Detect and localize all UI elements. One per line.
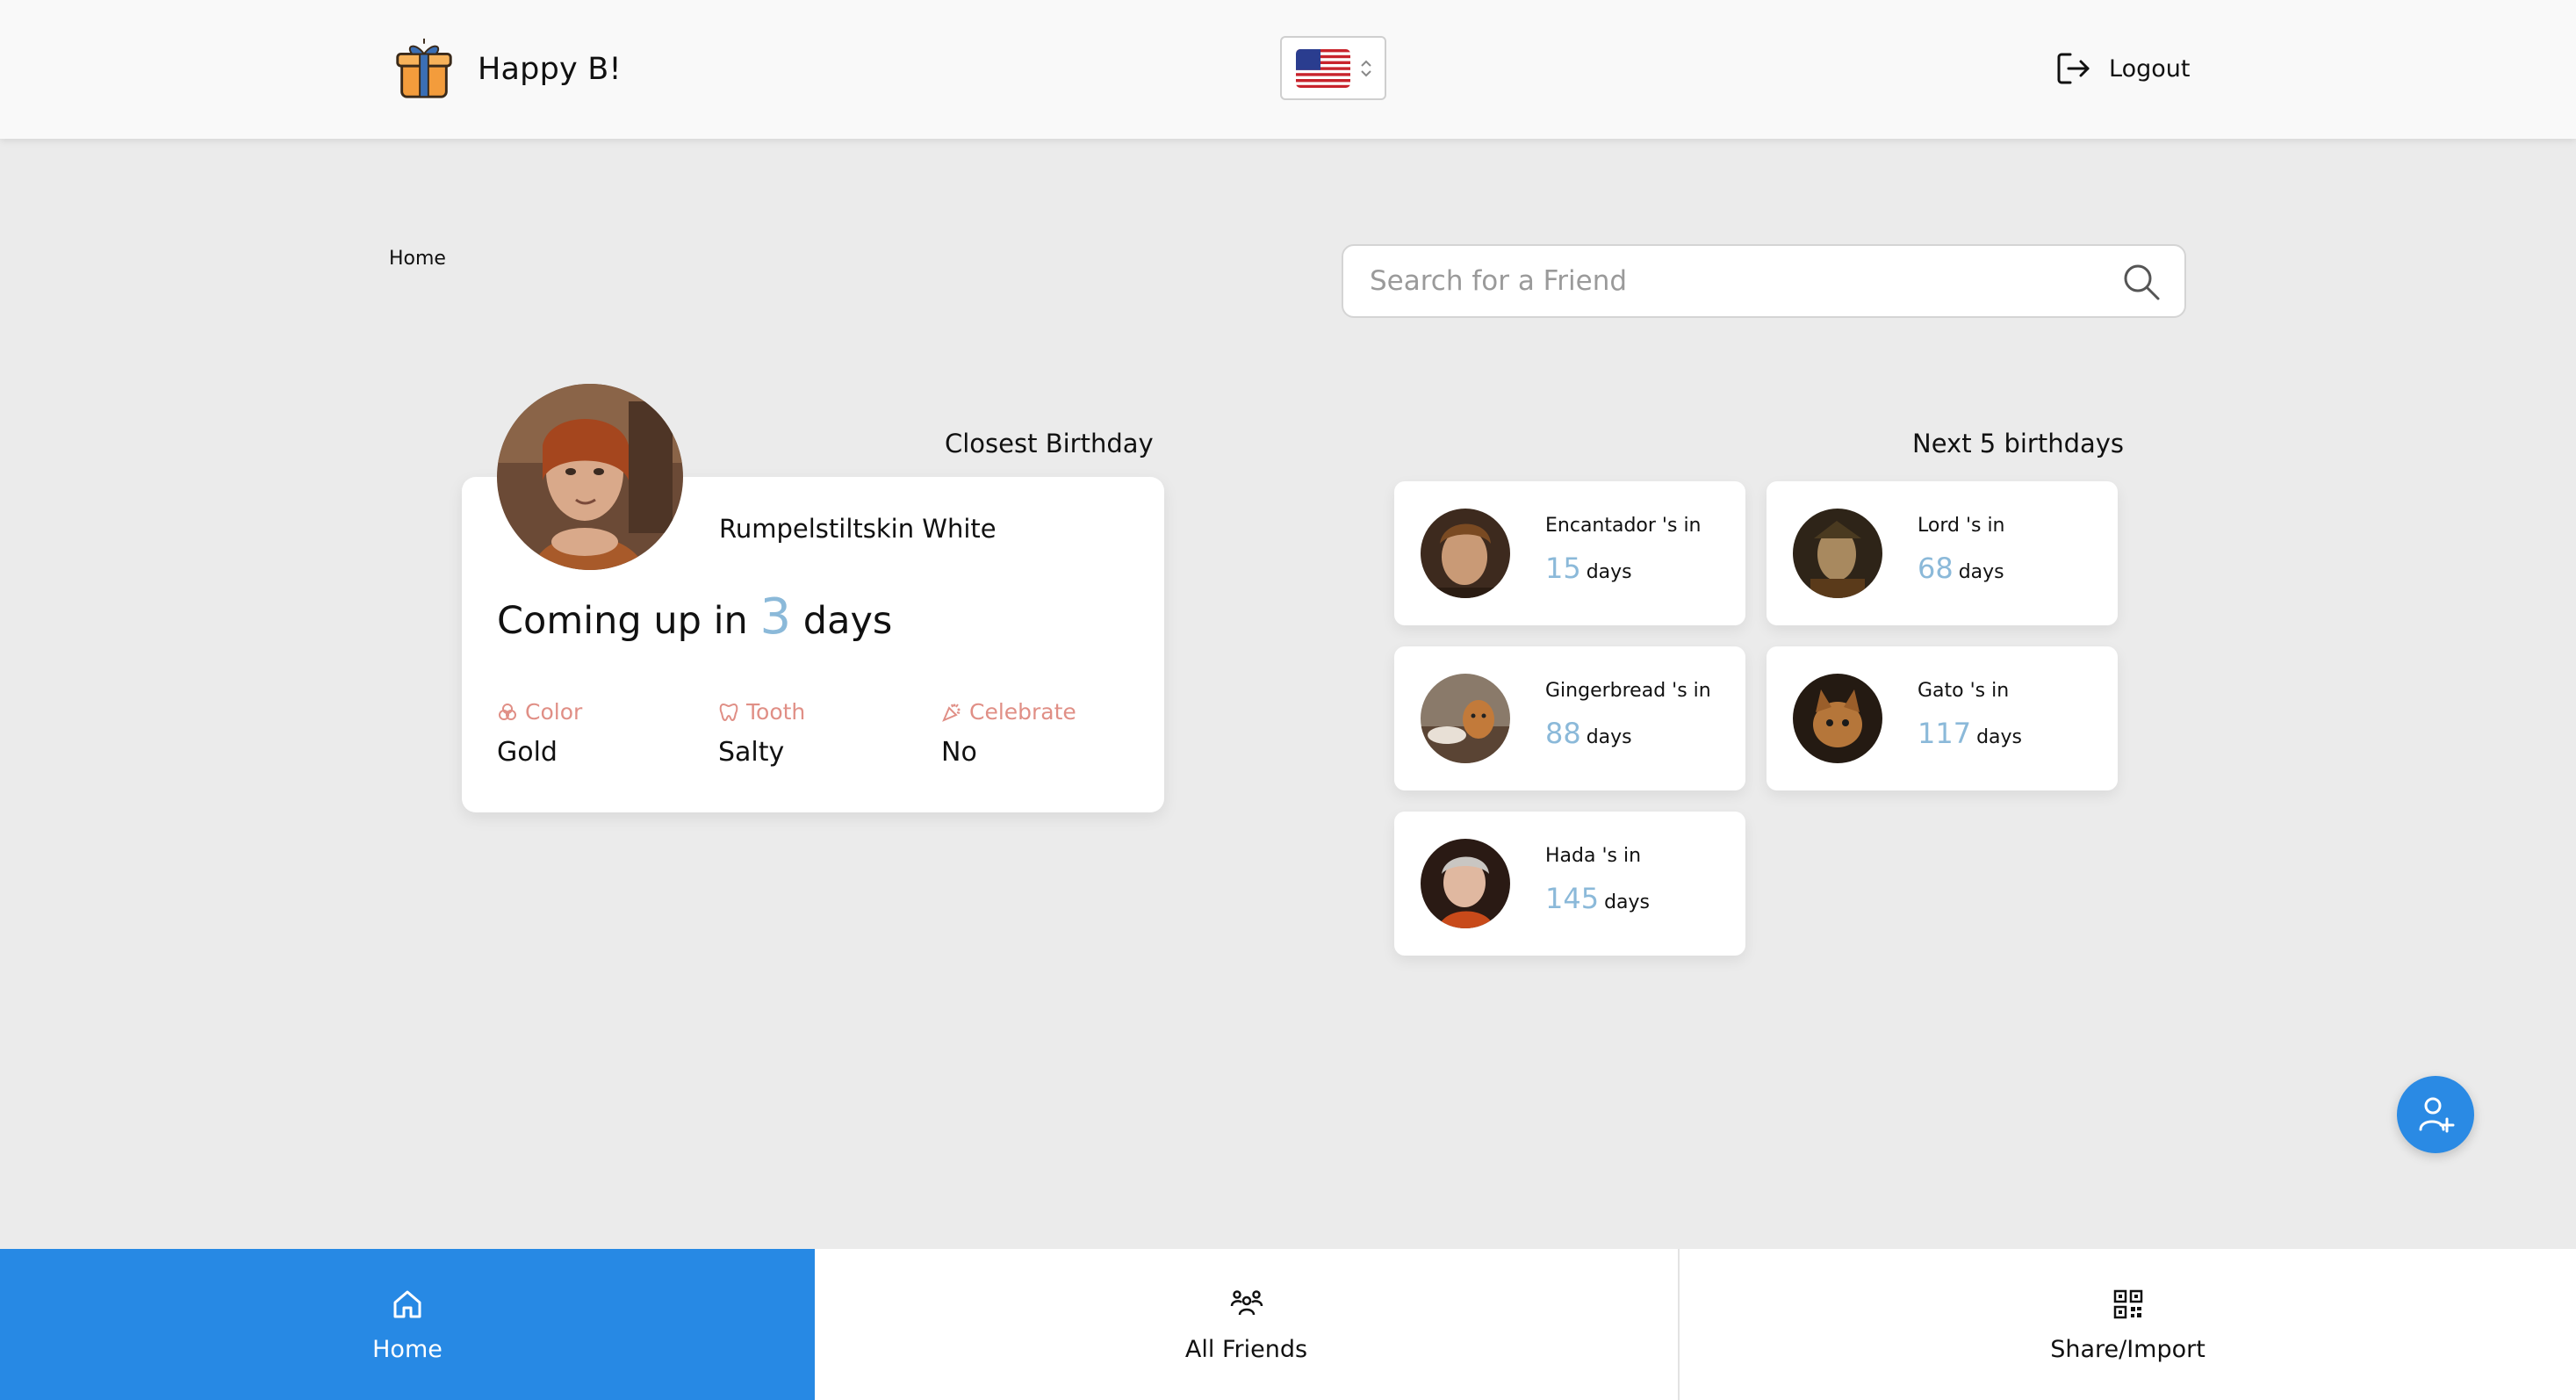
logout-icon <box>2057 53 2090 84</box>
days-count: 15 <box>1545 552 1581 585</box>
days-unit: days <box>1586 726 1632 748</box>
days-unit: days <box>1604 891 1651 913</box>
pref-color-label: Color <box>525 699 583 725</box>
avatar <box>1793 674 1882 763</box>
closest-birthday-title: Closest Birthday <box>945 429 1154 458</box>
logout-label: Logout <box>2109 54 2191 83</box>
nav-home-label: Home <box>372 1335 443 1363</box>
bottom-nav: Home All Friends Share/Import <box>0 1249 2576 1400</box>
days-count: 145 <box>1545 882 1600 915</box>
birthday-name: Hada 's in <box>1545 845 1642 867</box>
search-box[interactable] <box>1342 244 2186 318</box>
birthday-card[interactable]: Encantador 's in 15 days <box>1394 481 1745 625</box>
days-count: 3 <box>759 588 792 646</box>
avatar <box>497 384 683 570</box>
birthday-days: 68 days <box>1918 552 2004 585</box>
birthday-days: 15 days <box>1545 552 1632 585</box>
birthday-name: Encantador 's in <box>1545 515 1702 537</box>
next-birthdays-title: Next 5 birthdays <box>1912 429 2125 458</box>
birthday-days: 88 days <box>1545 717 1632 750</box>
birthday-card[interactable]: Hada 's in 145 days <box>1394 812 1745 956</box>
nav-friends-label: All Friends <box>1184 1335 1308 1363</box>
avatar <box>1421 839 1510 928</box>
coming-up-text: Coming up in 3 days <box>497 588 892 646</box>
pref-tooth: Tooth Salty <box>718 699 805 768</box>
birthday-days: 117 days <box>1918 717 2022 750</box>
breadcrumb[interactable]: Home <box>389 248 446 270</box>
home-icon <box>393 1290 421 1317</box>
birthday-days: 145 days <box>1545 882 1650 915</box>
birthday-card[interactable]: Lord 's in 68 days <box>1767 481 2118 625</box>
pref-celebrate-value: No <box>941 737 977 768</box>
nav-all-friends[interactable]: All Friends <box>815 1249 1680 1400</box>
pref-color: Color Gold <box>497 699 582 768</box>
days-unit: days <box>1586 561 1632 583</box>
coming-up-prefix: Coming up in <box>497 599 748 643</box>
closest-friend-name: Rumpelstiltskin White <box>719 514 997 544</box>
birthday-name: Gingerbread 's in <box>1545 680 1711 702</box>
pref-color-value: Gold <box>497 737 558 768</box>
days-count: 117 <box>1918 717 1972 750</box>
days-count: 88 <box>1545 717 1581 750</box>
pref-celebrate: Celebrate No <box>941 699 1076 768</box>
add-friend-button[interactable] <box>2397 1076 2474 1153</box>
days-unit: days <box>1976 726 2023 748</box>
add-user-icon <box>2419 1097 2455 1133</box>
nav-home[interactable]: Home <box>0 1249 815 1400</box>
chevron-up-down-icon <box>1361 60 1371 76</box>
nav-share-import[interactable]: Share/Import <box>1680 1249 2576 1400</box>
pref-celebrate-label: Celebrate <box>969 699 1076 725</box>
app-name: Happy B! <box>478 52 622 87</box>
birthday-card[interactable]: Gato 's in 117 days <box>1767 646 2118 790</box>
birthday-name: Gato 's in <box>1918 680 2010 702</box>
avatar <box>1421 674 1510 763</box>
us-flag-icon <box>1296 48 1350 88</box>
logout-button[interactable]: Logout <box>2054 46 2190 91</box>
tooth-icon <box>718 702 739 723</box>
days-unit: days <box>1958 561 2004 583</box>
search-input[interactable] <box>1343 246 2116 316</box>
confetti-icon <box>941 702 962 723</box>
nav-share-label: Share/Import <box>2050 1335 2205 1363</box>
palette-icon <box>497 702 518 723</box>
days-suffix: days <box>802 599 893 643</box>
pref-tooth-label: Tooth <box>746 699 806 725</box>
gift-box-logo-icon <box>396 38 452 98</box>
birthday-card[interactable]: Gingerbread 's in 88 days <box>1394 646 1745 790</box>
avatar <box>1421 509 1510 598</box>
qr-code-icon <box>2113 1289 2142 1318</box>
brand[interactable]: Happy B! <box>390 32 622 107</box>
pref-tooth-value: Salty <box>718 737 785 768</box>
birthday-name: Lord 's in <box>1918 515 2005 537</box>
group-icon <box>1230 1289 1263 1315</box>
avatar <box>1793 509 1882 598</box>
search-icon[interactable] <box>2121 262 2162 302</box>
days-count: 68 <box>1918 552 1954 585</box>
language-selector[interactable] <box>1280 36 1386 100</box>
top-header: Happy B! Logout <box>0 0 2576 139</box>
rumpelstiltskin-avatar-image <box>497 384 683 570</box>
